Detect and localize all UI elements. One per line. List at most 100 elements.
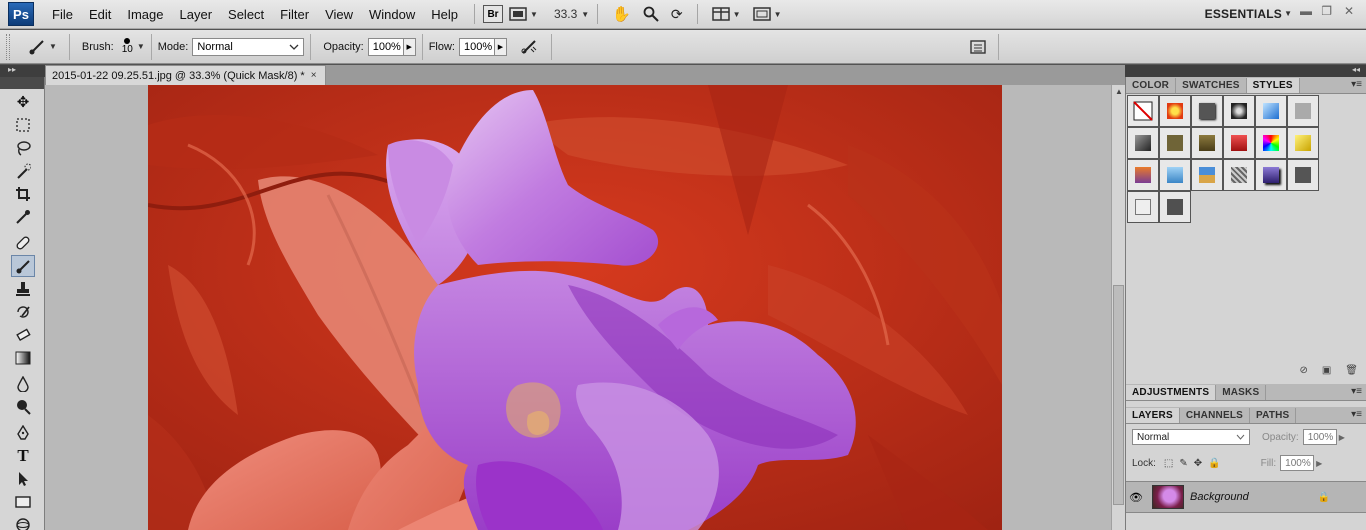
healing-brush-tool-icon[interactable]	[11, 232, 35, 254]
style-multicolor[interactable]	[1255, 127, 1287, 159]
menu-image[interactable]: Image	[119, 7, 171, 22]
style-olive[interactable]	[1159, 127, 1191, 159]
opacity-input[interactable]: 100%	[367, 37, 404, 56]
style-drop-shadow[interactable]	[1191, 95, 1223, 127]
style-purple-shadow[interactable]	[1255, 159, 1287, 191]
style-none[interactable]	[1127, 95, 1159, 127]
style-blue-glass[interactable]	[1255, 95, 1287, 127]
tab-adjustments[interactable]: ADJUSTMENTS	[1126, 385, 1217, 400]
layer-opacity-arrow[interactable]: ▶	[1339, 433, 1345, 442]
menu-layer[interactable]: Layer	[172, 7, 221, 22]
flow-slider-arrow[interactable]: ▶	[494, 37, 507, 56]
tools-panel-header[interactable]	[0, 77, 44, 89]
dodge-tool-icon[interactable]	[11, 396, 35, 418]
tab-masks[interactable]: MASKS	[1216, 385, 1267, 400]
menu-window[interactable]: Window	[361, 7, 423, 22]
panel-toggle-button[interactable]	[964, 39, 992, 54]
lasso-tool-icon[interactable]	[11, 137, 35, 159]
airbrush-toggle[interactable]	[513, 39, 545, 55]
vertical-scrollbar[interactable]: ▲	[1111, 85, 1125, 530]
menu-file[interactable]: File	[44, 7, 81, 22]
tab-channels[interactable]: CHANNELS	[1180, 408, 1251, 423]
hand-tool-button[interactable]: ✋	[606, 5, 637, 23]
style-dark-gradient[interactable]	[1127, 127, 1159, 159]
style-chrome[interactable]	[1223, 95, 1255, 127]
lock-transparent-icon[interactable]: ⬚	[1164, 458, 1173, 469]
new-style-icon[interactable]: ▣	[1322, 365, 1331, 376]
tab-layers[interactable]: LAYERS	[1126, 408, 1180, 423]
style-sunset[interactable]	[1127, 159, 1159, 191]
style-red-glow[interactable]	[1159, 95, 1191, 127]
document-tab[interactable]: 2015-01-22 09.25.51.jpg @ 33.3% (Quick M…	[45, 65, 326, 85]
chevron-down-icon[interactable]: ▼	[581, 10, 589, 19]
rectangle-tool-icon[interactable]	[11, 491, 35, 513]
chevron-down-icon[interactable]: ▼	[1284, 9, 1292, 18]
restore-icon[interactable]: ❐	[1321, 4, 1332, 18]
pen-tool-icon[interactable]	[11, 422, 35, 444]
rotate-view-button[interactable]: ⟳	[665, 6, 689, 23]
style-bronze[interactable]	[1191, 127, 1223, 159]
close-icon[interactable]: ✕	[1344, 4, 1354, 18]
style-grey[interactable]	[1287, 95, 1319, 127]
scroll-up-icon[interactable]: ▲	[1115, 87, 1123, 96]
menu-view[interactable]: View	[317, 7, 361, 22]
minimize-icon[interactable]: ▬	[1300, 4, 1312, 18]
chevron-down-icon[interactable]: ▼	[137, 42, 145, 51]
screen-mode-button[interactable]: ▼	[747, 7, 788, 21]
blend-mode-select[interactable]: Normal	[1132, 429, 1250, 445]
zoom-level[interactable]: 33.3	[544, 7, 581, 21]
brush-tool-icon[interactable]	[11, 255, 35, 277]
clone-stamp-tool-icon[interactable]	[11, 278, 35, 300]
move-tool-icon[interactable]: ✥	[11, 91, 35, 113]
style-gold[interactable]	[1287, 127, 1319, 159]
gradient-tool-icon[interactable]	[11, 347, 35, 369]
menu-filter[interactable]: Filter	[272, 7, 317, 22]
close-icon[interactable]: ×	[311, 70, 317, 81]
screen-layout-button[interactable]: ▼	[503, 7, 544, 21]
layer-opacity-input[interactable]: 100%	[1302, 429, 1337, 445]
eraser-tool-icon[interactable]	[11, 324, 35, 346]
style-red-button[interactable]	[1223, 127, 1255, 159]
history-brush-tool-icon[interactable]	[11, 301, 35, 323]
layer-row-background[interactable]: 👁 Background 🔒	[1126, 481, 1366, 513]
bridge-button[interactable]: Br	[483, 5, 504, 23]
blur-tool-icon[interactable]	[11, 373, 35, 395]
clear-style-icon[interactable]: ⊘	[1299, 365, 1307, 376]
style-landscape[interactable]	[1191, 159, 1223, 191]
panel-menu-icon[interactable]: ▾≡	[1351, 409, 1362, 420]
tab-styles[interactable]: STYLES	[1246, 78, 1300, 93]
zoom-tool-button[interactable]	[637, 6, 665, 22]
quick-selection-tool-icon[interactable]	[11, 160, 35, 182]
style-charcoal[interactable]	[1287, 159, 1319, 191]
workspace-switcher[interactable]: ESSENTIALS	[1205, 7, 1282, 21]
flow-input[interactable]: 100%	[458, 37, 495, 56]
style-outline[interactable]	[1127, 191, 1159, 223]
lock-position-icon[interactable]: ✥	[1194, 458, 1202, 469]
arrange-documents-button[interactable]: ▼	[706, 7, 747, 21]
panel-menu-icon[interactable]: ▾≡	[1351, 79, 1362, 90]
eye-icon[interactable]: 👁	[1126, 491, 1146, 504]
style-light-blue[interactable]	[1159, 159, 1191, 191]
path-selection-tool-icon[interactable]	[11, 468, 35, 490]
tool-preset-picker[interactable]: ▼	[22, 39, 63, 55]
trash-icon[interactable]: 🗑	[1345, 365, 1358, 376]
style-texture[interactable]	[1223, 159, 1255, 191]
3d-rotate-tool-icon[interactable]	[11, 514, 35, 530]
crop-tool-icon[interactable]	[11, 183, 35, 205]
double-chevron-left-icon[interactable]: ◂◂	[1352, 65, 1360, 74]
document-canvas[interactable]	[148, 85, 1002, 530]
tab-color[interactable]: COLOR	[1126, 78, 1177, 93]
brush-picker[interactable]: 10	[122, 38, 133, 55]
app-logo[interactable]: Ps	[8, 2, 34, 26]
eyedropper-tool-icon[interactable]	[11, 206, 35, 228]
opacity-slider-arrow[interactable]: ▶	[403, 37, 416, 56]
menu-edit[interactable]: Edit	[81, 7, 119, 22]
fill-arrow[interactable]: ▶	[1316, 459, 1322, 468]
tab-paths[interactable]: PATHS	[1250, 408, 1297, 423]
menu-help[interactable]: Help	[423, 7, 466, 22]
options-grip[interactable]	[6, 33, 10, 60]
marquee-tool-icon[interactable]	[11, 114, 35, 136]
menu-select[interactable]: Select	[220, 7, 272, 22]
tab-swatches[interactable]: SWATCHES	[1176, 78, 1247, 93]
mode-select[interactable]: Normal	[192, 37, 305, 56]
